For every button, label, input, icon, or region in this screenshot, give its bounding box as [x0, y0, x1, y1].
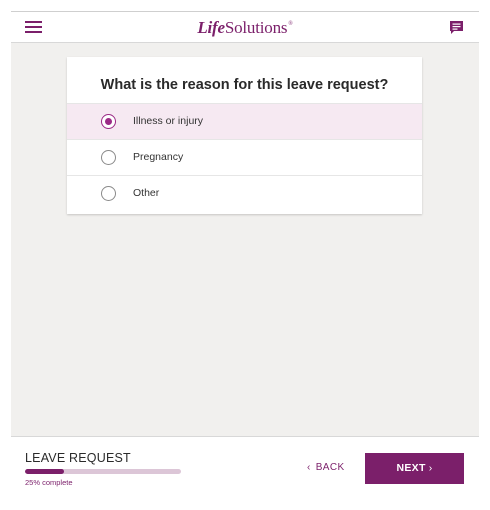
chevron-left-icon: ‹	[307, 462, 311, 473]
option-row[interactable]: Illness or injury	[67, 104, 422, 140]
chat-bubble-icon[interactable]	[449, 20, 464, 35]
logo-rest-text: Solutions	[224, 18, 288, 37]
radio-unselected-icon[interactable]	[101, 186, 116, 201]
option-label: Other	[133, 187, 160, 199]
option-row[interactable]: Pregnancy	[67, 140, 422, 176]
option-label: Pregnancy	[133, 151, 184, 163]
option-row[interactable]: Other	[67, 176, 422, 212]
chevron-right-icon: ›	[428, 462, 433, 474]
progress-text: 25% complete	[25, 478, 73, 487]
footer-title: LEAVE REQUEST	[25, 451, 131, 465]
main-content: What is the reason for this leave reques…	[11, 43, 479, 436]
app-header: LifeSolutions®	[11, 12, 479, 43]
logo-bold-text: Life	[197, 18, 225, 37]
back-button[interactable]: ‹ BACK	[307, 462, 345, 473]
question-card: What is the reason for this leave reques…	[67, 57, 422, 214]
options-list: Illness or injury Pregnancy Other	[67, 104, 422, 212]
logo-registered-mark: ®	[288, 21, 293, 27]
question-title: What is the reason for this leave reques…	[67, 57, 422, 104]
radio-unselected-icon[interactable]	[101, 150, 116, 165]
progress-bar-fill	[25, 469, 64, 474]
next-button[interactable]: NEXT ›	[365, 453, 464, 484]
footer-bar: LEAVE REQUEST 25% complete ‹ BACK NEXT ›	[11, 436, 479, 498]
app-frame: LifeSolutions® What is the reason for th…	[11, 11, 479, 498]
next-button-label: NEXT	[396, 462, 426, 474]
option-label: Illness or injury	[133, 115, 204, 127]
progress-bar	[25, 469, 181, 474]
back-button-label: BACK	[315, 462, 345, 473]
radio-selected-icon[interactable]	[101, 114, 116, 129]
app-logo: LifeSolutions®	[11, 18, 479, 38]
